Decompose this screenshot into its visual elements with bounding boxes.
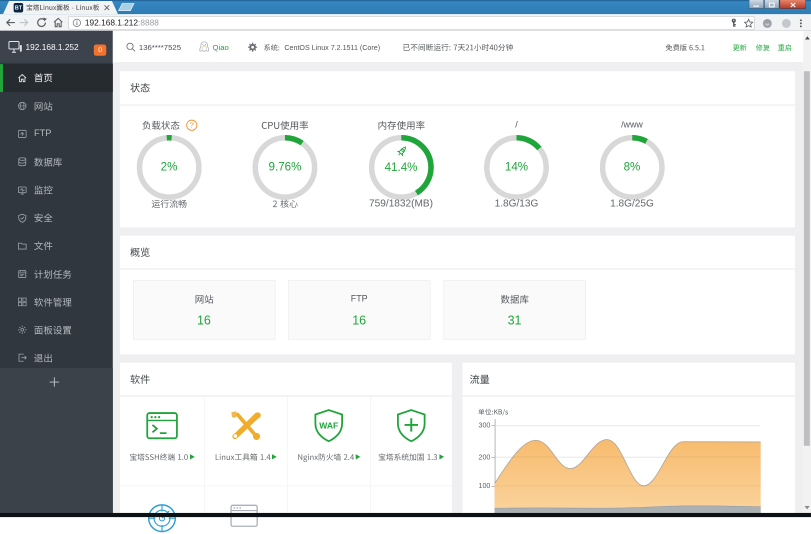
svg-text:?: ? [190,121,194,130]
svg-text:WAF: WAF [319,421,338,431]
